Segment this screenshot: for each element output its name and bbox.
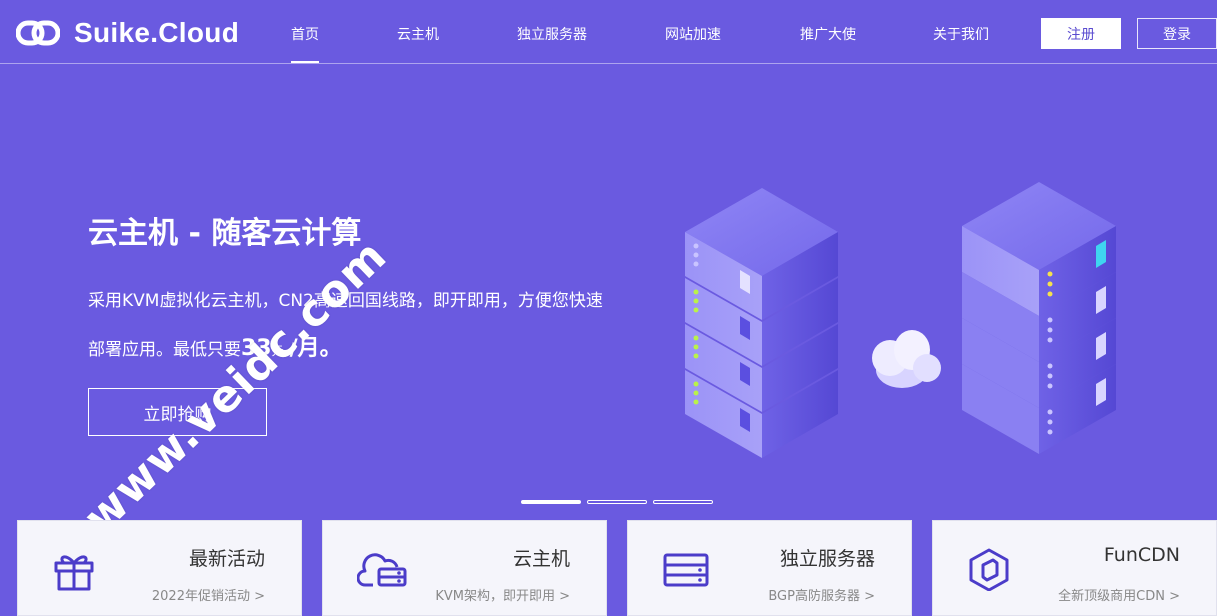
nav-cloud-host[interactable]: 云主机 — [397, 24, 439, 44]
nav-home[interactable]: 首页 — [291, 24, 319, 63]
card-title: 云主机 — [512, 548, 570, 570]
card-cloud-host[interactable]: 云主机 KVM架构，即开即用 > — [322, 520, 607, 616]
hero-description-prefix: 部署应用。最低只要 — [88, 340, 241, 360]
carousel-dot-3[interactable] — [653, 500, 713, 504]
server-icon — [663, 553, 709, 587]
brand-logo[interactable]: Suike.Cloud — [16, 16, 239, 50]
card-subtitle-link[interactable]: KVM架构，即开即用 > — [435, 585, 570, 604]
feature-cards: 最新活动 2022年促销活动 > 云主机 KVM架构，即开即用 > 独立服务器 … — [0, 520, 1217, 616]
carousel-indicators — [521, 500, 713, 504]
page: Suike.Cloud 首页 云主机 独立服务器 网站加速 推广大使 关于我们 … — [0, 0, 1217, 616]
card-subtitle-link[interactable]: BGP高防服务器 > — [768, 585, 875, 604]
right-server-tower — [962, 182, 1116, 454]
register-button[interactable]: 注册 — [1041, 18, 1121, 49]
gift-icon — [54, 555, 94, 591]
card-funcdn[interactable]: FunCDN 全新顶级商用CDN > — [932, 520, 1217, 616]
nav-about-us[interactable]: 关于我们 — [933, 24, 989, 44]
card-subtitle-link[interactable]: 2022年促销活动 > — [152, 585, 265, 604]
card-title: 独立服务器 — [779, 548, 875, 570]
carousel-dot-1[interactable] — [521, 500, 581, 504]
nav-site-acceleration[interactable]: 网站加速 — [665, 24, 721, 44]
hero-title: 云主机 - 随客云计算 — [88, 216, 362, 251]
card-title: 最新活动 — [188, 548, 265, 570]
watermark: www.veidc.com — [74, 230, 397, 544]
nav-dedicated-server[interactable]: 独立服务器 — [517, 24, 587, 44]
card-title: FunCDN — [1103, 544, 1180, 566]
cloud-icon — [872, 330, 941, 388]
carousel-dot-2[interactable] — [587, 500, 647, 504]
left-server-tower — [685, 188, 838, 458]
infinity-logo-icon — [16, 20, 60, 46]
cdn-cube-icon — [969, 548, 1009, 591]
cloud-server-icon — [357, 553, 407, 587]
card-dedicated-server[interactable]: 独立服务器 BGP高防服务器 > — [627, 520, 912, 616]
login-button[interactable]: 登录 — [1137, 18, 1217, 49]
card-subtitle-link[interactable]: 全新顶级商用CDN > — [1058, 585, 1180, 604]
nav-affiliate[interactable]: 推广大使 — [800, 24, 856, 44]
brand-name: Suike.Cloud — [74, 17, 240, 48]
card-latest-activity[interactable]: 最新活动 2022年促销活动 > — [17, 520, 302, 616]
server-rack-illustration — [685, 182, 1116, 458]
top-navbar: Suike.Cloud 首页 云主机 独立服务器 网站加速 推广大使 关于我们 … — [0, 0, 1217, 64]
